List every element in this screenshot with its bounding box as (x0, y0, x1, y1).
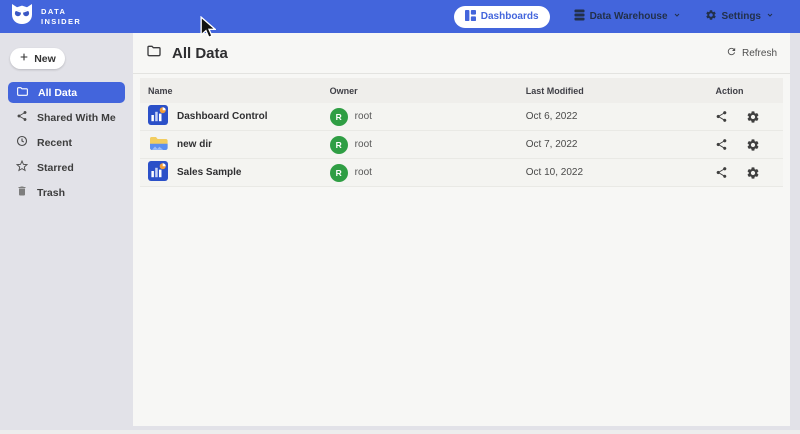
owner-name: root (355, 111, 372, 122)
owner-avatar: R (330, 164, 348, 182)
sidebar-item-shared-with-me[interactable]: Shared With Me (8, 107, 125, 128)
row-settings-button[interactable] (746, 166, 760, 180)
refresh-button[interactable]: Refresh (726, 46, 777, 60)
data-warehouse-label: Data Warehouse (590, 11, 668, 22)
sidebar-item-label: All Data (38, 87, 77, 99)
plus-icon (19, 52, 29, 65)
dashboard-file-icon (148, 161, 168, 184)
column-header-last-modified: Last Modified (526, 86, 716, 96)
gear-icon (705, 9, 717, 24)
page-title: All Data (172, 45, 228, 62)
table-header-row: Name Owner Last Modified Action (140, 78, 783, 103)
brand-name: DATA INSIDER (41, 7, 81, 27)
settings-menu[interactable]: Settings (705, 9, 774, 24)
file-name: Sales Sample (177, 167, 241, 178)
sidebar-item-label: Trash (37, 187, 65, 199)
owner-name: root (355, 167, 372, 178)
clock-icon (16, 135, 28, 150)
owner-avatar: R (330, 108, 348, 126)
settings-label: Settings (722, 11, 761, 22)
chevron-down-icon (673, 11, 681, 22)
file-name: new dir (177, 139, 212, 150)
column-header-name: Name (140, 86, 330, 96)
folder-file-icon (148, 133, 168, 156)
star-icon (16, 160, 28, 175)
share-button[interactable] (715, 110, 728, 123)
folder-icon (146, 43, 162, 64)
sidebar-item-trash[interactable]: Trash (8, 182, 125, 203)
table-row[interactable]: Sales Sample R root Oct 10, 2022 (140, 159, 783, 187)
last-modified: Oct 7, 2022 (526, 139, 716, 150)
database-icon (574, 9, 585, 24)
owner-name: root (355, 139, 372, 150)
files-table: Name Owner Last Modified Action Dashboar… (140, 78, 783, 187)
share-button[interactable] (715, 166, 728, 179)
trash-icon (16, 185, 28, 200)
sidebar-item-starred[interactable]: Starred (8, 157, 125, 178)
row-settings-button[interactable] (746, 138, 760, 152)
table-row[interactable]: new dir R root Oct 7, 2022 (140, 131, 783, 159)
sidebar-item-label: Starred (37, 162, 74, 174)
share-button[interactable] (715, 138, 728, 151)
main-header: All Data Refresh (133, 33, 790, 74)
dashboard-file-icon (148, 105, 168, 128)
row-settings-button[interactable] (746, 110, 760, 124)
dashboard-grid-icon (465, 10, 476, 24)
data-warehouse-menu[interactable]: Data Warehouse (574, 9, 681, 24)
app-window: DATA INSIDER Dashboards (0, 0, 800, 430)
sidebar-item-label: Shared With Me (37, 112, 116, 124)
last-modified: Oct 6, 2022 (526, 111, 716, 122)
last-modified: Oct 10, 2022 (526, 167, 716, 178)
new-button[interactable]: New (10, 48, 65, 69)
owl-logo-icon (10, 3, 34, 30)
folder-icon (16, 85, 29, 101)
refresh-icon (726, 46, 737, 60)
chevron-down-icon (766, 11, 774, 22)
sidebar-item-recent[interactable]: Recent (8, 132, 125, 153)
main-content: All Data Refresh Name Owner Last Modifie… (133, 33, 790, 426)
sidebar-item-all-data[interactable]: All Data (8, 82, 125, 103)
brand: DATA INSIDER (10, 3, 81, 30)
top-navbar: DATA INSIDER Dashboards (0, 0, 800, 33)
navbar-right: Dashboards Data Warehouse (454, 6, 774, 28)
column-header-action: Action (715, 86, 783, 96)
new-button-label: New (34, 53, 56, 65)
owner-avatar: R (330, 136, 348, 154)
dashboards-button[interactable]: Dashboards (454, 6, 550, 28)
share-icon (16, 110, 28, 125)
table-row[interactable]: Dashboard Control R root Oct 6, 2022 (140, 103, 783, 131)
dashboards-label: Dashboards (481, 11, 539, 22)
refresh-label: Refresh (742, 48, 777, 59)
sidebar-item-label: Recent (37, 137, 72, 149)
column-header-owner: Owner (330, 86, 526, 96)
sidebar: New All Data Shared With Me (0, 33, 133, 430)
sidebar-nav: All Data Shared With Me Recent (0, 82, 133, 203)
file-name: Dashboard Control (177, 111, 268, 122)
